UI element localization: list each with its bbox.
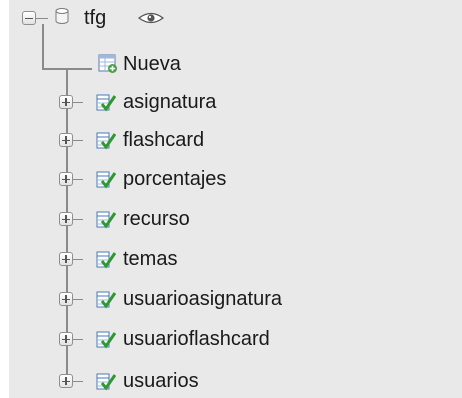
expand-table-toggle[interactable] <box>59 332 73 346</box>
table-name[interactable]: asignatura <box>123 90 216 114</box>
expand-table-toggle[interactable] <box>59 133 73 147</box>
table-icon <box>96 94 116 112</box>
table-name[interactable]: porcentajes <box>123 167 226 191</box>
table-connector <box>73 259 83 260</box>
table-connector <box>73 339 83 340</box>
collapse-database-toggle[interactable] <box>22 11 36 25</box>
table-connector <box>73 140 83 141</box>
table-name[interactable]: recurso <box>123 207 190 231</box>
table-icon <box>96 171 116 189</box>
expand-table-toggle[interactable] <box>59 212 73 226</box>
table-connector <box>73 102 83 103</box>
table-connector <box>73 299 83 300</box>
expand-table-toggle[interactable] <box>59 374 73 388</box>
table-icon <box>96 251 116 269</box>
table-connector <box>73 381 83 382</box>
expand-table-toggle[interactable] <box>59 172 73 186</box>
new-table-icon <box>98 54 117 73</box>
table-name[interactable]: flashcard <box>123 128 204 152</box>
eye-icon[interactable] <box>138 11 164 25</box>
table-name[interactable]: usuarios <box>123 369 199 393</box>
database-toggle-connector <box>36 18 48 19</box>
database-icon <box>55 8 69 24</box>
table-connector <box>73 219 83 220</box>
table-icon <box>96 373 116 391</box>
expand-table-toggle[interactable] <box>59 292 73 306</box>
tree-connector-root <box>42 24 44 69</box>
table-icon <box>96 291 116 309</box>
new-table-label[interactable]: Nueva <box>123 52 181 76</box>
table-name[interactable]: usuarioasignatura <box>123 287 282 311</box>
expand-table-toggle[interactable] <box>59 95 73 109</box>
table-icon <box>96 211 116 229</box>
table-icon <box>96 132 116 150</box>
table-connector <box>73 179 83 180</box>
table-icon <box>96 331 116 349</box>
database-name[interactable]: tfg <box>84 6 106 30</box>
expand-table-toggle[interactable] <box>59 252 73 266</box>
table-name[interactable]: temas <box>123 247 177 271</box>
table-name[interactable]: usuarioflashcard <box>123 327 270 351</box>
